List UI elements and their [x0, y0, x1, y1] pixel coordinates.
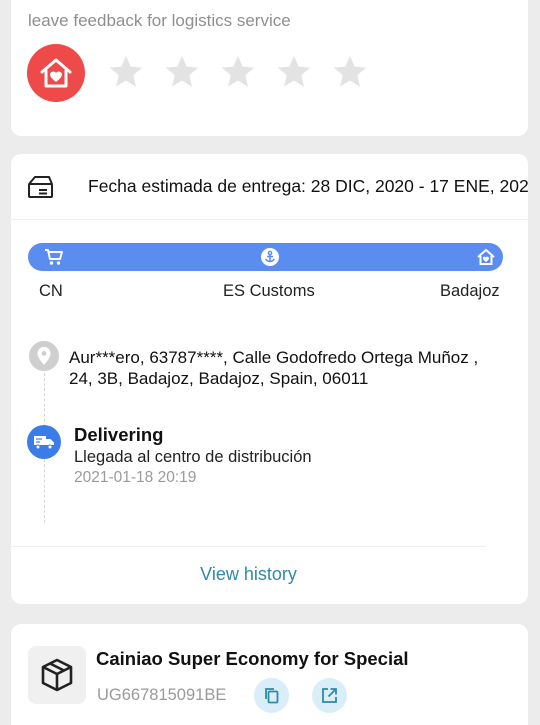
estimated-delivery-text: Fecha estimada de entrega: 28 DIC, 2020 …: [88, 176, 528, 196]
status-description: Llegada al centro de distribución: [74, 448, 312, 466]
external-link-icon: [322, 688, 337, 703]
star-icon[interactable]: [275, 53, 313, 91]
star-icon[interactable]: [219, 53, 257, 91]
home-icon: [477, 249, 495, 265]
view-history-link[interactable]: View history: [11, 564, 486, 585]
store-heart-icon: [27, 44, 85, 102]
route-stop-customs: ES Customs: [223, 282, 315, 300]
location-pin-icon: [29, 341, 59, 371]
star-icon[interactable]: [331, 53, 369, 91]
package-icon: [28, 646, 86, 704]
divider: [11, 546, 486, 547]
delivery-box-icon: [28, 176, 53, 198]
feedback-title: leave feedback for logistics service: [28, 11, 291, 30]
eta-row: Fecha estimada de entrega: 28 DIC, 2020 …: [11, 154, 528, 220]
route-stop-destination: Badajoz: [440, 282, 500, 300]
shipping-address: Aur***ero, 63787****, Calle Godofredo Or…: [69, 348, 479, 388]
tracking-number: UG667815091BE: [97, 686, 227, 704]
star-icon[interactable]: [107, 53, 145, 91]
copy-button[interactable]: [254, 678, 289, 713]
feedback-card: leave feedback for logistics service: [11, 0, 528, 136]
route-stop-origin: CN: [39, 282, 63, 300]
tracking-card: Fecha estimada de entrega: 28 DIC, 2020 …: [11, 154, 528, 604]
rating-stars: [107, 53, 369, 91]
cart-icon: [45, 249, 63, 265]
status-timestamp: 2021-01-18 20:19: [74, 469, 197, 486]
open-tracking-button[interactable]: [312, 678, 347, 713]
truck-icon: [27, 425, 61, 459]
route-progress-bar: [28, 243, 503, 271]
carrier-card: Cainiao Super Economy for Special UG6678…: [11, 624, 528, 725]
status-title: Delivering: [74, 424, 164, 445]
customs-anchor-icon: [261, 248, 279, 266]
star-icon[interactable]: [163, 53, 201, 91]
carrier-name: Cainiao Super Economy for Special: [96, 648, 409, 669]
copy-icon: [264, 687, 278, 703]
